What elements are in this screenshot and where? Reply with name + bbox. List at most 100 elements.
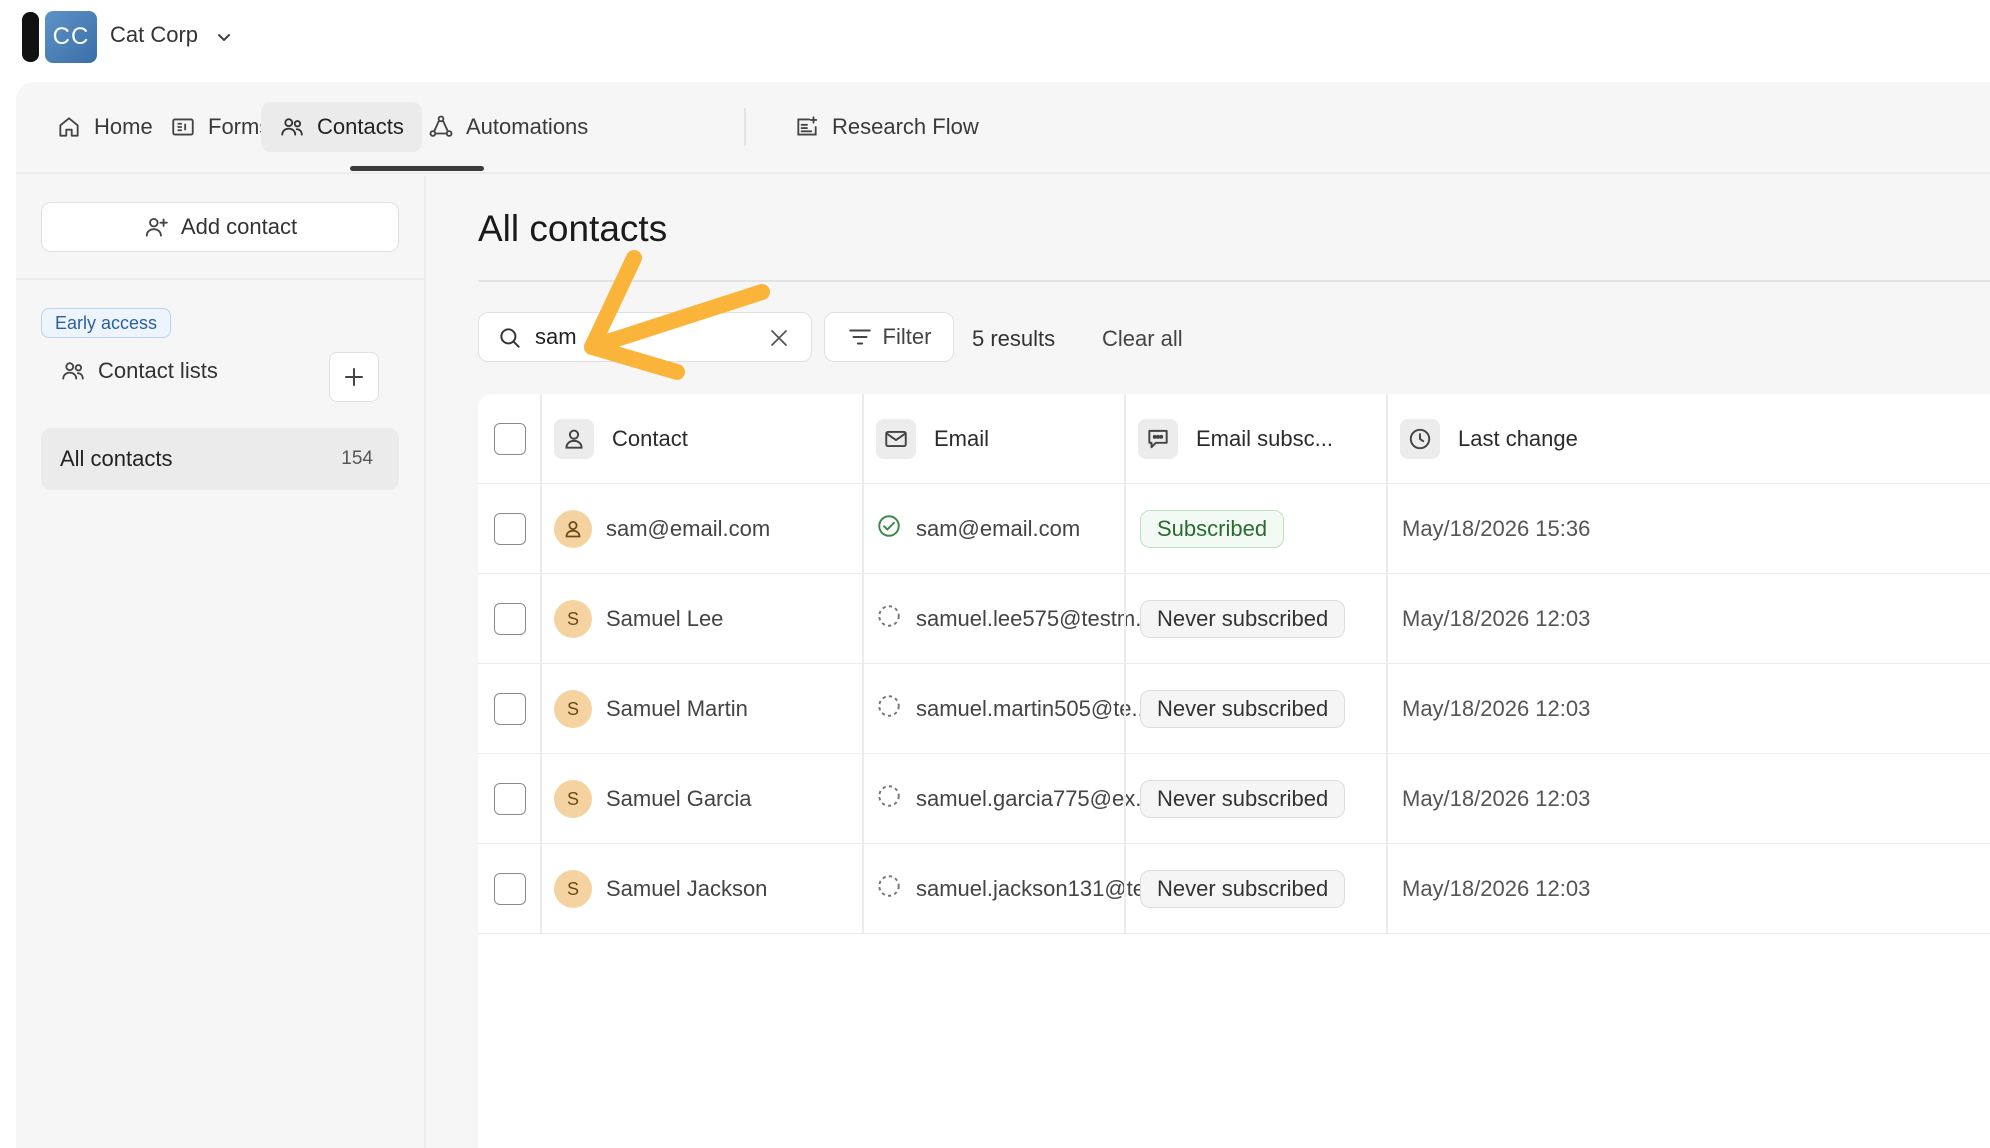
last-change-cell: May/18/2026 12:03 bbox=[1402, 664, 1590, 754]
column-divider bbox=[862, 664, 864, 754]
research-flow-icon bbox=[797, 116, 818, 136]
app-shell: Home Forms Contacts Automations Research… bbox=[16, 82, 1990, 1148]
column-divider bbox=[1124, 574, 1126, 664]
column-divider bbox=[862, 844, 864, 934]
verified-check-icon bbox=[876, 513, 916, 545]
contact-cell[interactable]: sam@email.com bbox=[554, 484, 770, 574]
column-divider bbox=[862, 484, 864, 574]
row-checkbox[interactable] bbox=[494, 783, 526, 815]
column-divider bbox=[862, 574, 864, 664]
column-divider bbox=[1386, 664, 1388, 754]
add-contact-list-button[interactable] bbox=[329, 352, 379, 402]
sidebar: Add contact Early access Contact lists A… bbox=[16, 176, 426, 1148]
select-all-checkbox[interactable] bbox=[494, 423, 526, 455]
last-change-cell: May/18/2026 12:03 bbox=[1402, 844, 1590, 934]
nav-home-label: Home bbox=[94, 114, 153, 139]
contact-lists-heading[interactable]: Contact lists bbox=[60, 358, 218, 384]
column-divider bbox=[540, 394, 542, 484]
nav-home[interactable]: Home bbox=[38, 102, 171, 152]
column-header-email[interactable]: Email bbox=[876, 394, 989, 484]
table-row[interactable]: S Samuel Martin samuel.martin505@te... Neve… bbox=[478, 664, 1990, 754]
contacts-icon bbox=[62, 362, 84, 380]
column-divider bbox=[1386, 574, 1388, 664]
org-name[interactable]: Cat Corp bbox=[110, 22, 198, 48]
subscription-cell: Subscribed bbox=[1140, 484, 1285, 574]
filter-label: Filter bbox=[882, 324, 932, 349]
chevron-down-icon[interactable] bbox=[214, 27, 234, 47]
email-address: samuel.garcia775@ex... bbox=[916, 786, 1154, 811]
last-change-date: May/18/2026 12:03 bbox=[1402, 606, 1591, 631]
table-row[interactable]: sam@email.com sam@email.com Subscribed May/… bbox=[478, 484, 1990, 574]
status-badge: Subscribed bbox=[1140, 510, 1285, 548]
add-contact-label: Add contact bbox=[180, 214, 298, 239]
search-icon bbox=[500, 328, 520, 348]
contact-name: sam@email.com bbox=[606, 516, 771, 541]
plus-icon bbox=[345, 368, 363, 386]
person-icon bbox=[554, 510, 592, 548]
sidebar-toggle-handle[interactable] bbox=[22, 12, 39, 62]
top-bar: CC Cat Corp bbox=[0, 0, 1990, 80]
contact-cell[interactable]: S Samuel Jackson bbox=[554, 844, 767, 934]
email-cell[interactable]: sam@email.com bbox=[876, 484, 1080, 574]
row-checkbox[interactable] bbox=[494, 513, 526, 545]
select-all-cell bbox=[494, 394, 526, 484]
nav-contacts[interactable]: Contacts bbox=[261, 102, 422, 152]
table-row[interactable]: S Samuel Jackson samuel.jackson131@te... Ne… bbox=[478, 844, 1990, 934]
all-contacts-label: All contacts bbox=[60, 446, 173, 471]
sidebar-item-all-contacts[interactable]: All contacts 154 bbox=[41, 428, 399, 490]
last-change-date: May/18/2026 12:03 bbox=[1402, 876, 1591, 901]
table-row[interactable]: S Samuel Lee samuel.lee575@testm... Never s… bbox=[478, 574, 1990, 664]
org-avatar[interactable]: CC bbox=[45, 11, 97, 63]
last-change-date: May/18/2026 12:03 bbox=[1402, 786, 1591, 811]
unverified-dashed-circle-icon bbox=[876, 603, 916, 635]
avatar: S bbox=[554, 690, 592, 728]
column-divider bbox=[1124, 664, 1126, 754]
column-divider bbox=[540, 484, 542, 574]
column-divider bbox=[862, 754, 864, 844]
column-divider bbox=[540, 754, 542, 844]
nav-research-flow[interactable]: Research Flow bbox=[776, 102, 997, 152]
annotation-arrow-icon bbox=[584, 250, 770, 380]
nav-automations-label: Automations bbox=[466, 114, 589, 139]
status-badge: Never subscribed bbox=[1140, 690, 1346, 728]
forms-icon bbox=[172, 118, 194, 136]
column-divider bbox=[1124, 844, 1126, 934]
row-checkbox[interactable] bbox=[494, 603, 526, 635]
nav-research-flow-label: Research Flow bbox=[832, 114, 979, 139]
column-header-last-change[interactable]: Last change bbox=[1400, 394, 1578, 484]
mail-icon bbox=[876, 419, 916, 459]
table-header-row: Contact Email Email subsc... Last change bbox=[478, 394, 1990, 484]
email-cell[interactable]: samuel.garcia775@ex... bbox=[876, 754, 1154, 844]
column-header-contact[interactable]: Contact bbox=[554, 394, 688, 484]
contact-cell[interactable]: S Samuel Martin bbox=[554, 664, 748, 754]
nav-automations[interactable]: Automations bbox=[410, 102, 606, 152]
subscription-cell: Never subscribed bbox=[1140, 574, 1346, 664]
row-select-cell bbox=[494, 484, 526, 574]
contact-cell[interactable]: S Samuel Lee bbox=[554, 574, 723, 664]
email-cell[interactable]: samuel.martin505@te... bbox=[876, 664, 1150, 754]
column-header-email-subsc[interactable]: Email subsc... bbox=[1138, 394, 1333, 484]
row-checkbox[interactable] bbox=[494, 693, 526, 725]
person-icon bbox=[554, 419, 594, 459]
sidebar-divider bbox=[16, 278, 426, 280]
filter-button[interactable]: Filter bbox=[824, 312, 954, 362]
clear-all-link[interactable]: Clear all bbox=[1102, 326, 1183, 352]
add-contact-button[interactable]: Add contact bbox=[41, 202, 399, 252]
subscription-cell: Never subscribed bbox=[1140, 664, 1346, 754]
chat-icon bbox=[1138, 419, 1178, 459]
home-icon bbox=[59, 117, 79, 137]
email-address: samuel.martin505@te... bbox=[916, 696, 1150, 721]
row-checkbox[interactable] bbox=[494, 873, 526, 905]
email-cell[interactable]: samuel.lee575@testm... bbox=[876, 574, 1154, 664]
row-select-cell bbox=[494, 844, 526, 934]
contact-name: Samuel Martin bbox=[606, 696, 748, 721]
table-row[interactable]: S Samuel Garcia samuel.garcia775@ex... Neve… bbox=[478, 754, 1990, 844]
column-header-label: Contact bbox=[612, 426, 688, 451]
contact-name: Samuel Jackson bbox=[606, 876, 768, 901]
add-person-icon bbox=[145, 217, 168, 237]
column-divider bbox=[1124, 754, 1126, 844]
email-cell[interactable]: samuel.jackson131@te... bbox=[876, 844, 1163, 934]
automations-icon bbox=[429, 115, 453, 137]
contact-name: Samuel Lee bbox=[606, 606, 724, 631]
contact-cell[interactable]: S Samuel Garcia bbox=[554, 754, 752, 844]
